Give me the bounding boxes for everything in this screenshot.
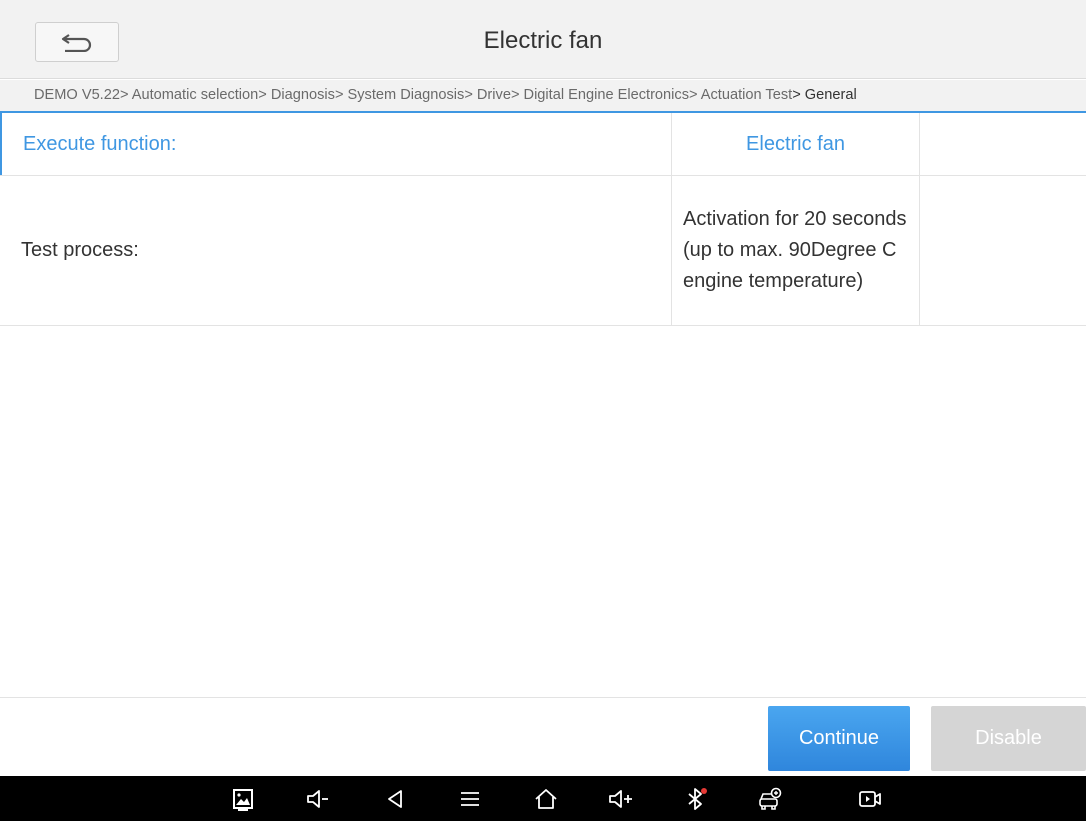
page-title: Electric fan (483, 27, 603, 54)
home-icon[interactable] (531, 784, 561, 814)
back-arrow-icon (61, 34, 92, 52)
back-triangle-icon[interactable] (380, 784, 410, 814)
menu-icon[interactable] (455, 784, 485, 814)
breadcrumb-current: > General (792, 87, 857, 103)
back-button[interactable] (35, 22, 119, 62)
table-row: Test process: Activation for 20 seconds … (0, 176, 1086, 326)
volume-down-icon[interactable] (303, 784, 333, 814)
system-navigation-bar (0, 776, 1086, 821)
row-label: Test process: (21, 239, 139, 261)
vci-car-icon[interactable] (755, 784, 785, 814)
row-extra (919, 176, 1086, 325)
screenshot-icon[interactable] (228, 784, 258, 814)
action-bar: Continue Disable (0, 697, 1086, 776)
title-bar: Electric fan (0, 0, 1086, 79)
breadcrumb-path: DEMO V5.22> Automatic selection> Diagnos… (34, 87, 793, 103)
header-value: Electric fan (671, 113, 919, 175)
volume-up-icon[interactable] (606, 784, 636, 814)
bluetooth-icon[interactable] (681, 784, 711, 814)
header-extra (919, 113, 1086, 175)
actuation-table: Execute function: Electric fan Test proc… (0, 111, 1086, 326)
header-label: Execute function: (0, 113, 671, 175)
table-header-row: Execute function: Electric fan (0, 111, 1086, 176)
row-value: Activation for 20 seconds (up to max. 90… (671, 176, 919, 325)
screen-record-icon[interactable] (855, 784, 885, 814)
continue-button[interactable]: Continue (768, 706, 910, 771)
breadcrumb: DEMO V5.22> Automatic selection> Diagnos… (0, 80, 1086, 111)
disable-button: Disable (931, 706, 1086, 771)
